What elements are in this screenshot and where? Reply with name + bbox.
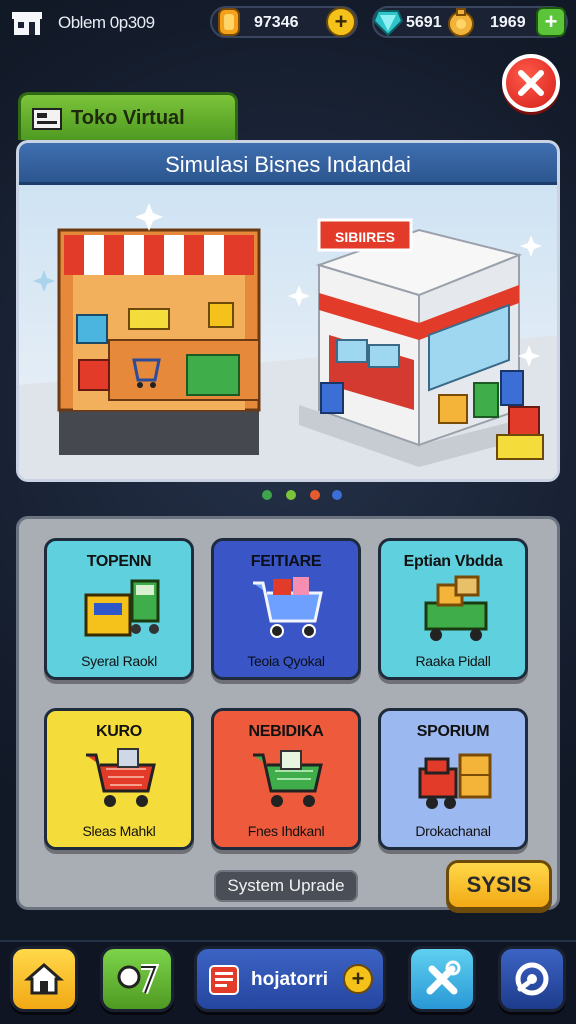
coin-icon [218, 8, 240, 36]
sysis-button[interactable]: SYSIS [446, 860, 552, 910]
shop-icon[interactable] [12, 9, 42, 37]
card-subtitle: Syeral Raokl [81, 653, 157, 669]
card-title: KURO [96, 723, 142, 740]
nav-inventory-button[interactable]: hojatorri + [194, 946, 386, 1012]
storage-bins-icon [84, 579, 160, 637]
settings-icon [515, 962, 549, 996]
page-dot[interactable] [310, 490, 320, 500]
nav-settings-button[interactable] [498, 946, 566, 1012]
cargo-truck-icon [418, 753, 492, 809]
nav-badge-button[interactable] [100, 946, 174, 1012]
green-cart-icon [253, 750, 323, 807]
gem-counter: 5691 1969 + [372, 6, 568, 38]
register-icon [32, 108, 62, 130]
close-button[interactable] [502, 54, 560, 112]
delivery-cart-icon [424, 575, 488, 641]
money-bag-icon [448, 8, 474, 37]
red-cart-icon [86, 748, 156, 807]
gem-value: 5691 [406, 14, 442, 31]
tools-icon [426, 960, 461, 995]
card-subtitle: Fnes Ihdkanl [247, 823, 325, 839]
gem-secondary-value: 1969 [490, 14, 526, 31]
nav-tools-button[interactable] [408, 946, 476, 1012]
category-card-nebidika[interactable]: NEBIDIKA Fnes Ihdkanl [211, 708, 361, 850]
shop-sign: SIBIIRES [335, 229, 395, 245]
top-bar: Oblem 0p309 97346 + 5691 1969 + [0, 0, 576, 46]
banner-title: Simulasi Bisnes Indandai [165, 152, 411, 177]
home-icon [24, 963, 64, 995]
inventory-add-button[interactable]: + [343, 964, 373, 994]
coin-value: 97346 [254, 14, 299, 31]
close-icon [518, 70, 544, 96]
store-tab-label: Toko Virtual [71, 107, 185, 129]
card-subtitle: Teoia Qyokal [247, 653, 325, 669]
store-tab[interactable]: Toko Virtual [18, 92, 238, 140]
player-name: Oblem 0p309 [58, 13, 155, 32]
coin-counter: 97346 + [210, 6, 358, 38]
system-upgrade-label: System Uprade [214, 870, 358, 902]
card-title: Eptian Vbdda [403, 553, 503, 570]
inventory-label: hojatorri [251, 969, 329, 990]
card-subtitle: Sleas Mahkl [82, 823, 156, 839]
page-dot[interactable] [286, 490, 296, 500]
card-title: TOPENN [86, 553, 152, 570]
nav-home-button[interactable] [10, 946, 78, 1012]
card-subtitle: Raaka Pidall [415, 653, 491, 669]
category-card-feitiare[interactable]: FEITIARE Teoia Qyokal [211, 538, 361, 680]
promo-banner[interactable]: Simulasi Bisnes Indandai SIBIIRES [16, 140, 560, 482]
shopping-cart-icon [253, 577, 323, 638]
page-dot[interactable] [262, 490, 272, 500]
category-card-kuro[interactable]: KURO Sleas Mahkl [44, 708, 194, 850]
card-title: FEITIARE [250, 553, 322, 570]
page-dot[interactable] [332, 490, 342, 500]
inventory-icon [209, 965, 239, 995]
add-gems-button[interactable]: + [536, 7, 566, 37]
add-coins-button[interactable]: + [326, 7, 356, 37]
category-card-eptian-vbdda[interactable]: Eptian Vbdda Raaka Pidall [378, 538, 528, 680]
badge-icon [117, 964, 159, 995]
category-card-topenn[interactable]: TOPENN Syeral Raokl [44, 538, 194, 680]
card-title: NEBIDIKA [248, 723, 324, 740]
category-card-sporium[interactable]: SPORIUM Drokachanal [378, 708, 528, 850]
banner-illustration: SIBIIRES [19, 185, 557, 479]
card-subtitle: Drokachanal [415, 823, 491, 839]
banner-header: Simulasi Bisnes Indandai [19, 143, 557, 185]
gem-icon [372, 10, 404, 37]
stall-awning [64, 235, 254, 275]
card-title: SPORIUM [416, 723, 490, 740]
